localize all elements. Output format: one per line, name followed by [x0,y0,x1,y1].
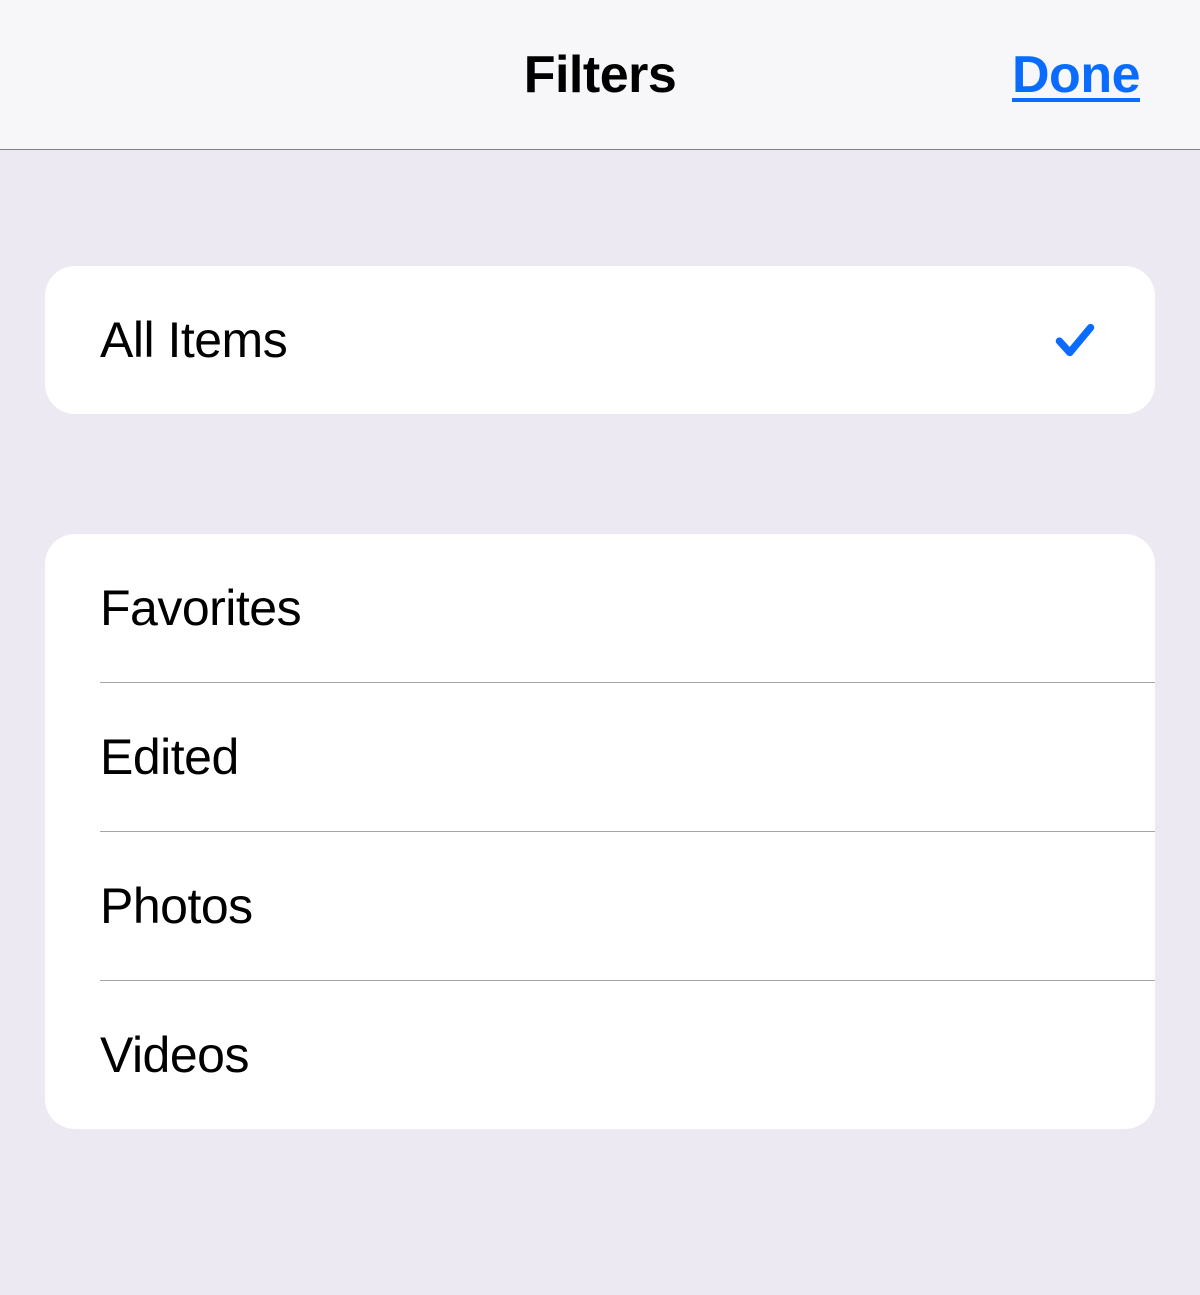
filter-row-label: Photos [100,877,253,935]
filter-row-label: Favorites [100,579,301,637]
done-button[interactable]: Done [1012,45,1140,105]
filter-row-label: All Items [100,311,287,369]
filter-row-label: Videos [100,1026,249,1084]
filter-row-edited[interactable]: Edited [45,683,1155,831]
filter-row-all-items[interactable]: All Items [45,266,1155,414]
filter-group-types: Favorites Edited Photos Videos [45,534,1155,1129]
page-title: Filters [524,45,677,105]
filter-row-photos[interactable]: Photos [45,832,1155,980]
filter-row-favorites[interactable]: Favorites [45,534,1155,682]
checkmark-icon [1050,315,1100,365]
filter-group-all: All Items [45,266,1155,414]
filter-row-videos[interactable]: Videos [45,981,1155,1129]
header-bar: Filters Done [0,0,1200,150]
filter-row-label: Edited [100,728,239,786]
filters-content: All Items Favorites Edited Photos Videos [0,266,1200,1129]
